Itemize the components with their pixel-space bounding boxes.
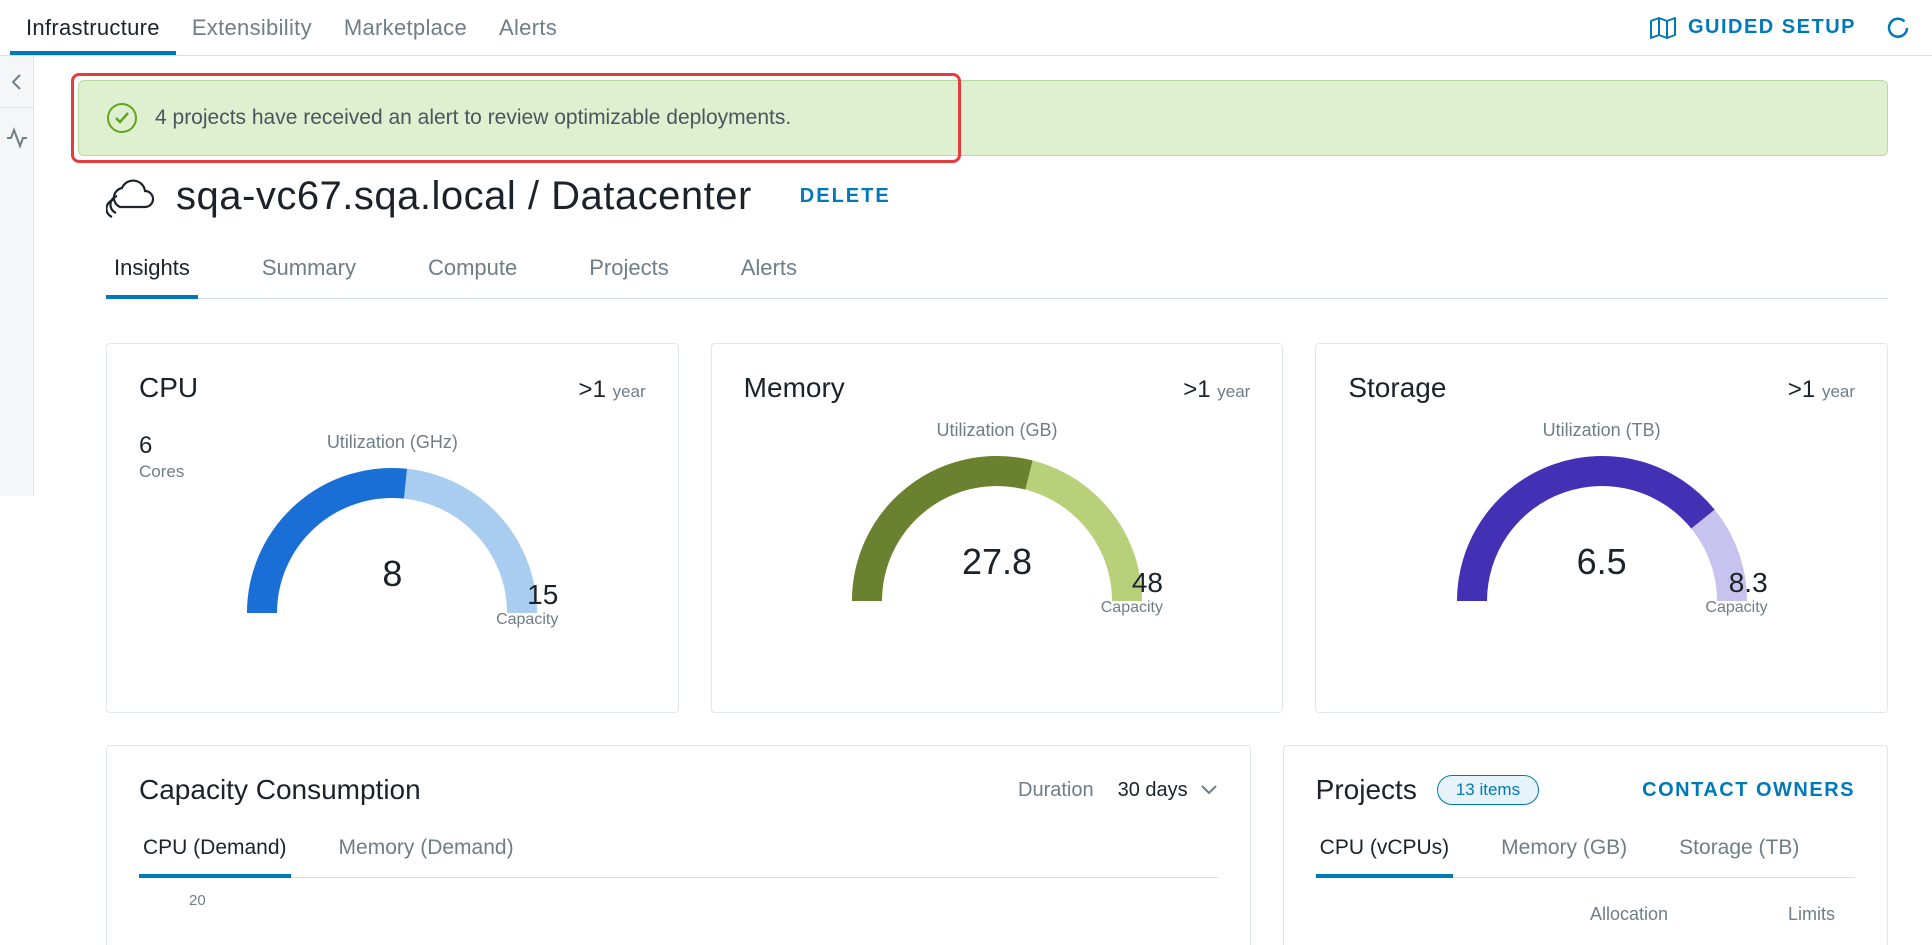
subtab-summary[interactable]: Summary bbox=[254, 255, 364, 298]
alert-text: 4 projects have received an alert to rev… bbox=[155, 106, 791, 130]
projects-tab-cpu[interactable]: CPU (vCPUs) bbox=[1316, 836, 1454, 878]
refresh-icon[interactable] bbox=[1884, 14, 1912, 42]
memory-time-remaining: >1 year bbox=[1183, 376, 1250, 404]
duration-selector[interactable]: Duration 30 days bbox=[1018, 779, 1218, 802]
side-rail-activity-icon[interactable] bbox=[0, 108, 33, 168]
chevron-down-icon bbox=[1200, 784, 1218, 796]
nav-tab-infrastructure[interactable]: Infrastructure bbox=[10, 0, 176, 55]
capacity-consumption-card: Capacity Consumption Duration 30 days CP… bbox=[106, 745, 1251, 945]
guided-setup-link[interactable]: GUIDED SETUP bbox=[1650, 16, 1856, 40]
cpu-card-title: CPU bbox=[139, 372, 198, 404]
gauge-cards-row: CPU >1 year 6 Cores Utilization (GHz) 8 … bbox=[34, 299, 1932, 713]
storage-capacity-value: 8.3 bbox=[1705, 567, 1767, 599]
capacity-tab-cpu[interactable]: CPU (Demand) bbox=[139, 836, 291, 878]
memory-utilization-label: Utilization (GB) bbox=[936, 420, 1057, 441]
guided-setup-label: GUIDED SETUP bbox=[1688, 16, 1856, 39]
storage-utilization-label: Utilization (TB) bbox=[1543, 420, 1661, 441]
delete-link[interactable]: DELETE bbox=[800, 185, 891, 208]
contact-owners-link[interactable]: CONTACT OWNERS bbox=[1642, 779, 1855, 802]
cpu-capacity-value: 15 bbox=[496, 579, 558, 611]
capacity-card-title: Capacity Consumption bbox=[139, 774, 421, 806]
nav-tab-alerts[interactable]: Alerts bbox=[483, 0, 573, 55]
memory-gauge: 27.8 48Capacity bbox=[837, 441, 1157, 611]
side-rail bbox=[0, 56, 34, 496]
datacenter-cloud-icon bbox=[106, 175, 162, 219]
sub-tabs: Insights Summary Compute Projects Alerts bbox=[106, 255, 1888, 299]
projects-tabs: CPU (vCPUs) Memory (GB) Storage (TB) bbox=[1316, 836, 1855, 878]
memory-capacity-value: 48 bbox=[1101, 567, 1163, 599]
storage-card: Storage >1 year Utilization (TB) 6.5 8.3… bbox=[1315, 343, 1888, 713]
cpu-utilization-label: Utilization (GHz) bbox=[327, 432, 458, 453]
cpu-card: CPU >1 year 6 Cores Utilization (GHz) 8 … bbox=[106, 343, 679, 713]
projects-col-allocation: Allocation bbox=[1590, 904, 1668, 925]
storage-capacity-label: Capacity bbox=[1705, 599, 1767, 617]
nav-tab-extensibility[interactable]: Extensibility bbox=[176, 0, 328, 55]
duration-value: 30 days bbox=[1118, 779, 1188, 802]
map-icon bbox=[1650, 16, 1676, 40]
projects-card: Projects 13 items CONTACT OWNERS CPU (vC… bbox=[1283, 745, 1888, 945]
duration-label: Duration bbox=[1018, 779, 1094, 802]
memory-card-title: Memory bbox=[744, 372, 845, 404]
subtab-projects[interactable]: Projects bbox=[581, 255, 676, 298]
page-title-row: sqa-vc67.sqa.local / Datacenter DELETE bbox=[34, 156, 1932, 219]
subtab-alerts[interactable]: Alerts bbox=[733, 255, 805, 298]
subtab-compute[interactable]: Compute bbox=[420, 255, 525, 298]
main-content: 4 projects have received an alert to rev… bbox=[34, 56, 1932, 945]
cpu-time-remaining: >1 year bbox=[579, 376, 646, 404]
alert-banner[interactable]: 4 projects have received an alert to rev… bbox=[78, 80, 1888, 156]
projects-count-badge: 13 items bbox=[1437, 775, 1539, 805]
projects-columns: Allocation Limits bbox=[1316, 904, 1855, 925]
capacity-chart-yaxis: 20 bbox=[189, 892, 1218, 909]
success-check-icon bbox=[107, 103, 137, 133]
cpu-capacity-label: Capacity bbox=[496, 611, 558, 629]
storage-time-remaining: >1 year bbox=[1788, 376, 1855, 404]
projects-tab-storage[interactable]: Storage (TB) bbox=[1675, 836, 1803, 877]
projects-tab-memory[interactable]: Memory (GB) bbox=[1497, 836, 1631, 877]
top-nav: Infrastructure Extensibility Marketplace… bbox=[0, 0, 1932, 56]
cpu-gauge: 8 15Capacity bbox=[232, 453, 552, 623]
storage-card-title: Storage bbox=[1348, 372, 1446, 404]
projects-card-title: Projects bbox=[1316, 774, 1417, 806]
page-title: sqa-vc67.sqa.local / Datacenter bbox=[176, 174, 752, 219]
capacity-tabs: CPU (Demand) Memory (Demand) bbox=[139, 836, 1218, 878]
nav-tab-marketplace[interactable]: Marketplace bbox=[328, 0, 483, 55]
memory-capacity-label: Capacity bbox=[1101, 599, 1163, 617]
capacity-tab-memory[interactable]: Memory (Demand) bbox=[335, 836, 518, 877]
subtab-insights[interactable]: Insights bbox=[106, 255, 198, 299]
bottom-row: Capacity Consumption Duration 30 days CP… bbox=[34, 713, 1932, 945]
storage-gauge: 6.5 8.3Capacity bbox=[1442, 441, 1762, 611]
side-rail-collapse[interactable] bbox=[0, 56, 33, 108]
projects-col-limits: Limits bbox=[1788, 904, 1835, 925]
memory-card: Memory >1 year Utilization (GB) 27.8 48C… bbox=[711, 343, 1284, 713]
